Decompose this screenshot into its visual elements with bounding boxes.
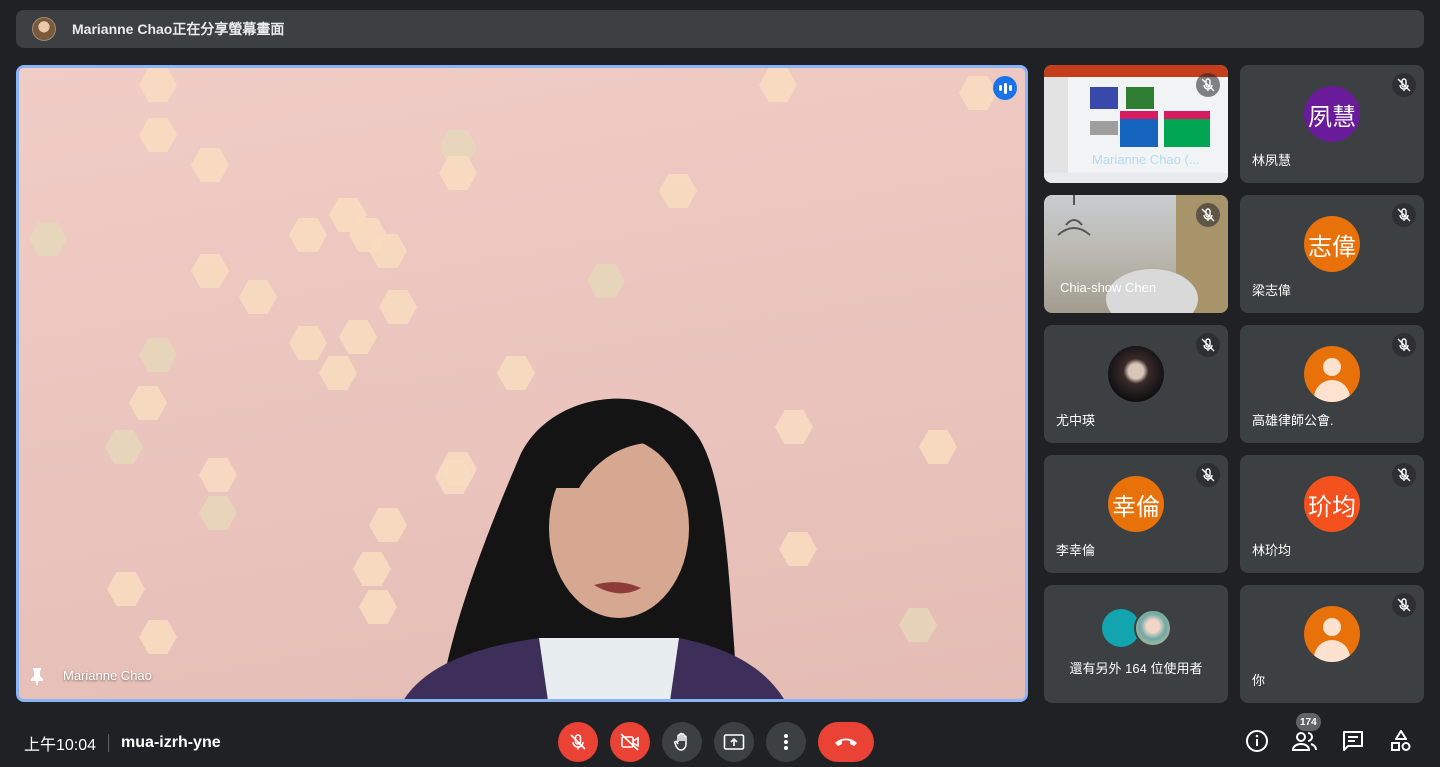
presenter-video: [404, 398, 784, 699]
participant-count-badge: 174: [1296, 713, 1321, 731]
chat-icon: [1343, 731, 1363, 751]
present-screen-button[interactable]: [714, 722, 754, 762]
mic-off-icon: [1392, 73, 1416, 97]
clock: 上午10:04: [24, 737, 97, 754]
more-options-button[interactable]: [766, 722, 806, 762]
call-controls: [558, 722, 874, 762]
participant-tile[interactable]: 幸倫 李幸倫: [1044, 455, 1228, 573]
participant-name: 高雄律師公會.: [1252, 413, 1334, 428]
camera-toggle-button[interactable]: [610, 722, 650, 762]
participant-name: 尤中瑛: [1056, 413, 1096, 428]
chat-button[interactable]: [1340, 728, 1366, 754]
presenter-name: Marianne Chao: [63, 668, 152, 683]
mic-off-icon: [1196, 463, 1220, 487]
participant-name: Chia-show Chen: [1060, 280, 1157, 295]
participant-name: 林夙慧: [1252, 153, 1292, 168]
self-tile[interactable]: 你: [1240, 585, 1424, 703]
participant-avatar: [1134, 609, 1172, 647]
divider: [108, 734, 110, 752]
participants-button[interactable]: 174: [1292, 713, 1321, 754]
more-participants-label: 還有另外 164 位使用者: [1069, 661, 1203, 676]
mic-off-icon: [1196, 333, 1220, 357]
participant-avatar: 幸倫: [1108, 476, 1164, 532]
presenting-banner-text: Marianne Chao正在分享螢幕畫面: [72, 21, 285, 37]
self-name: 你: [1252, 673, 1266, 688]
participant-tile[interactable]: 玠均 林玠均: [1240, 455, 1424, 573]
participant-name: 梁志偉: [1252, 283, 1292, 298]
speaking-indicator-icon: [993, 76, 1017, 100]
participant-avatar: 志偉: [1304, 216, 1360, 272]
meeting-code: mua-izrh-yne: [121, 734, 221, 751]
participant-tile[interactable]: Marianne Chao (...: [1044, 65, 1228, 183]
participant-avatar: 夙慧: [1304, 86, 1360, 142]
hang-up-icon: [835, 738, 857, 746]
present-screen-icon: [723, 734, 745, 750]
side-panel-controls: 174: [1244, 713, 1414, 754]
mic-off-icon: [1392, 203, 1416, 227]
presenting-banner: Marianne Chao正在分享螢幕畫面: [16, 10, 1424, 48]
mic-off-icon: [1392, 593, 1416, 617]
default-avatar-icon: [1304, 606, 1360, 662]
participant-tile[interactable]: 志偉 梁志偉: [1240, 195, 1424, 313]
activities-button[interactable]: [1388, 728, 1414, 754]
participant-tile[interactable]: 尤中瑛: [1044, 325, 1228, 443]
participant-tile[interactable]: 高雄律師公會.: [1240, 325, 1424, 443]
participant-tile[interactable]: 夙慧 林夙慧: [1240, 65, 1424, 183]
participant-avatar: [1108, 346, 1164, 402]
more-participants-avatars: [1102, 609, 1174, 647]
mic-off-icon: [1196, 73, 1220, 97]
meeting-info: 上午10:04 mua-izrh-yne: [24, 731, 221, 755]
participant-tile[interactable]: Chia-show Chen: [1044, 195, 1228, 313]
people-icon: [1292, 732, 1317, 751]
meeting-details-button[interactable]: [1244, 728, 1270, 754]
camera-off-icon: [620, 733, 639, 751]
participant-name: Marianne Chao (...: [1092, 152, 1200, 167]
participant-name: 李幸倫: [1056, 543, 1096, 558]
mic-off-icon: [570, 734, 586, 750]
more-vert-icon: [784, 734, 788, 750]
pin-icon[interactable]: [29, 667, 45, 685]
mic-toggle-button[interactable]: [558, 722, 598, 762]
activities-icon: [1391, 730, 1411, 751]
participant-avatar: 玠均: [1304, 476, 1360, 532]
mic-off-icon: [1196, 203, 1220, 227]
presenter-avatar: [32, 17, 56, 41]
main-video-tile[interactable]: Marianne Chao: [16, 65, 1028, 702]
info-icon: [1246, 730, 1268, 752]
default-avatar-icon: [1304, 346, 1360, 402]
participant-name: 林玠均: [1252, 543, 1292, 558]
mic-off-icon: [1392, 463, 1416, 487]
leave-call-button[interactable]: [818, 722, 874, 762]
raise-hand-button[interactable]: [662, 722, 702, 762]
mic-off-icon: [1392, 333, 1416, 357]
raise-hand-icon: [674, 732, 687, 751]
more-participants-tile[interactable]: 還有另外 164 位使用者: [1044, 585, 1228, 703]
